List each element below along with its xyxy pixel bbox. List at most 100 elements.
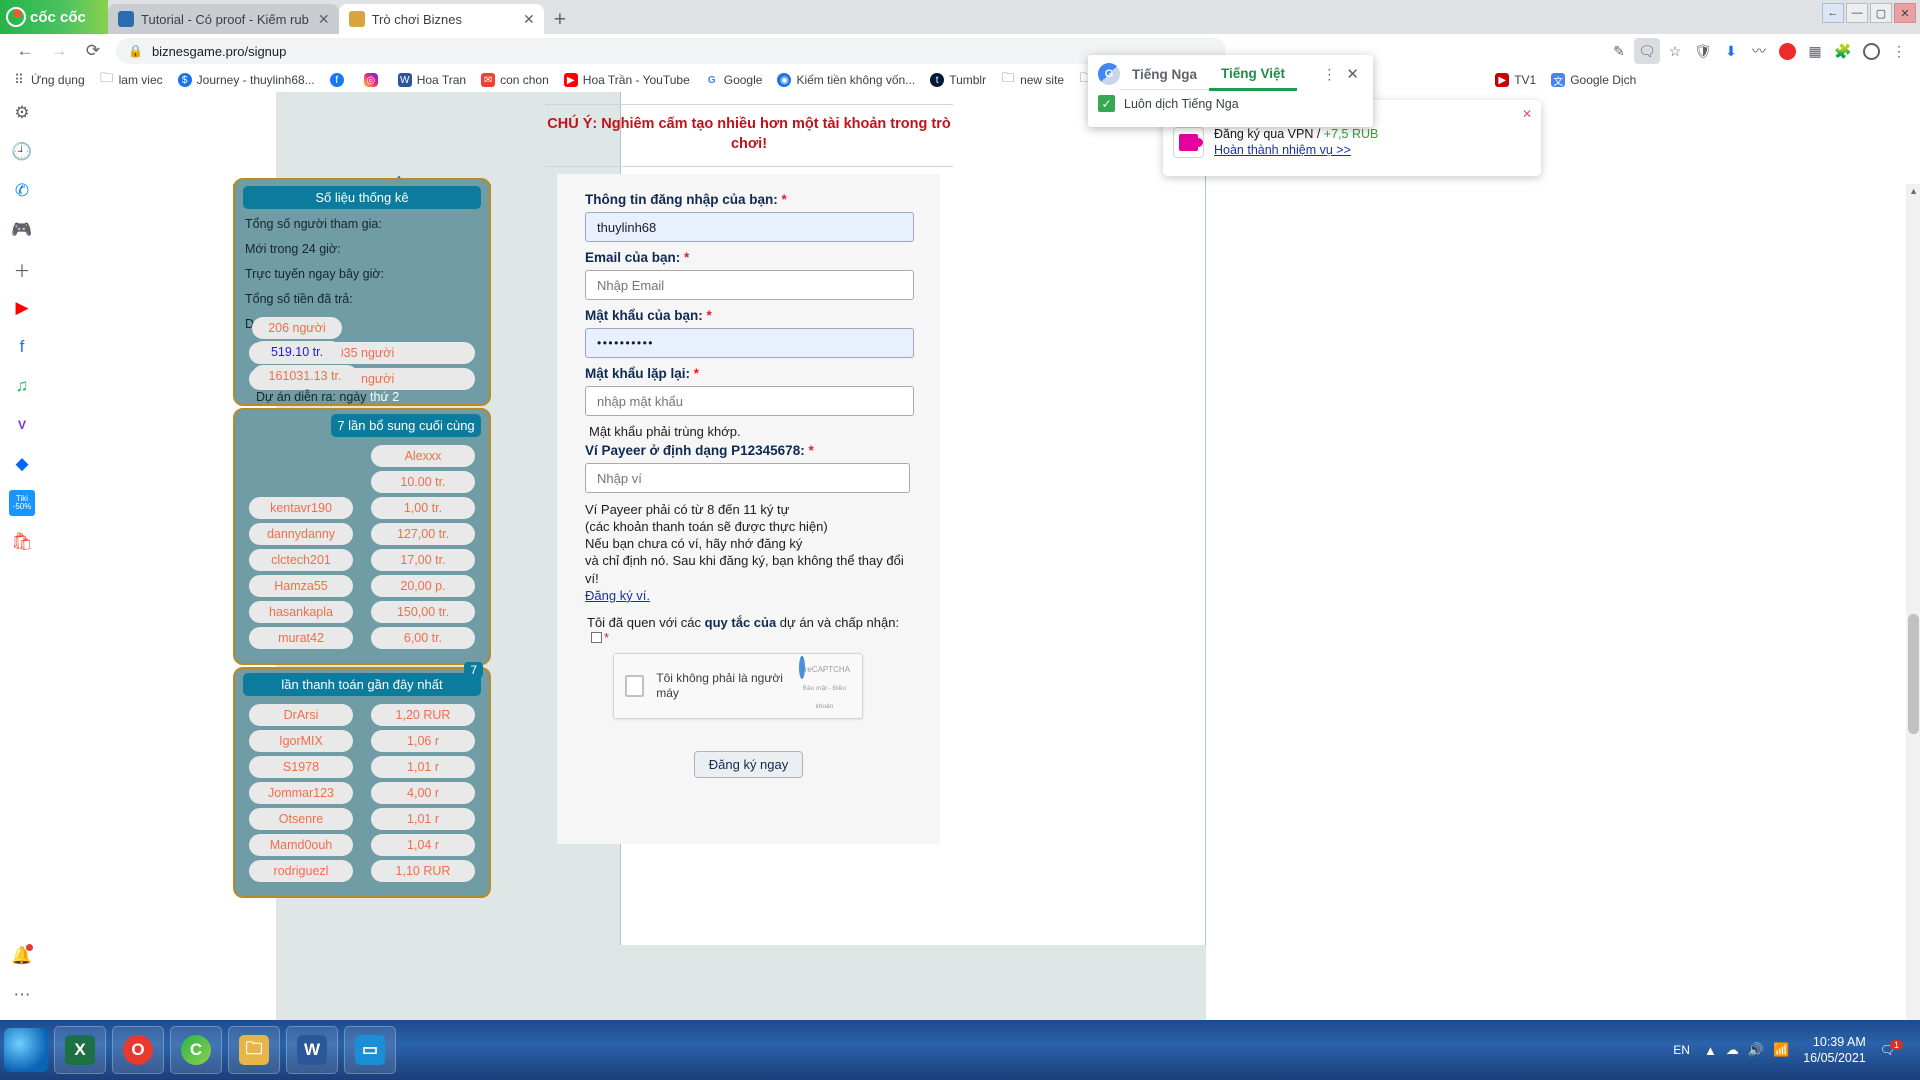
browser-tab-1[interactable]: Tutorial - Có proof - Kiếm rub ✕ bbox=[108, 4, 339, 34]
tiki-icon[interactable]: Tiki -50% bbox=[9, 490, 35, 516]
messenger-icon[interactable]: ✆ bbox=[9, 178, 35, 204]
scroll-up-icon[interactable]: ▲ bbox=[1909, 186, 1918, 196]
wallet-register-link[interactable]: Đăng ký ví. bbox=[585, 588, 650, 603]
deposit-user: kentavr190 bbox=[249, 497, 353, 519]
download-icon[interactable]: ⬇ bbox=[1718, 38, 1744, 64]
page-viewport: CHÚ Ý: Nghiêm cấm tạo nhiều hơn một tài … bbox=[0, 92, 1920, 1020]
payment-amount: 1,01 r bbox=[371, 756, 475, 778]
taskbar-app-excel[interactable]: X bbox=[54, 1026, 106, 1074]
browser-tab-2[interactable]: Trò chơi Biznes ✕ bbox=[338, 4, 544, 34]
zalo-icon[interactable]: ◆ bbox=[9, 451, 35, 477]
checkbox-checked-icon[interactable]: ✓ bbox=[1098, 95, 1115, 112]
new-tab-button[interactable]: + bbox=[544, 9, 576, 34]
always-translate-row[interactable]: ✓ Luôn dịch Tiếng Nga bbox=[1088, 93, 1373, 114]
kebab-menu-icon[interactable]: ⋮ bbox=[1316, 66, 1342, 83]
bookmark-tv1[interactable]: ▶ TV1 bbox=[1489, 71, 1542, 89]
forward-icon[interactable]: → bbox=[42, 36, 76, 66]
tab-close-icon[interactable]: ✕ bbox=[318, 11, 330, 28]
taskbar-app-explorer[interactable]: 🗀 bbox=[228, 1026, 280, 1074]
password-input[interactable]: •••••••••• bbox=[585, 328, 914, 358]
bookmark-lam-viec[interactable]: 🗀 lam viec bbox=[94, 70, 169, 89]
back-icon[interactable]: ← bbox=[8, 36, 42, 66]
puzzle-extensions-icon[interactable]: 🧩 bbox=[1830, 38, 1856, 64]
adblock-icon[interactable]: ✎ bbox=[1606, 38, 1632, 64]
terms-checkbox[interactable] bbox=[591, 631, 602, 643]
settings-gear-icon[interactable]: ⚙ bbox=[9, 100, 35, 126]
close-icon[interactable]: ✕ bbox=[1342, 65, 1363, 83]
required-mark: * bbox=[693, 366, 700, 381]
chevron-up-icon[interactable]: ▲ bbox=[1704, 1043, 1717, 1058]
submit-button[interactable]: Đăng ký ngay bbox=[693, 750, 804, 778]
bookmark-hoa-tran-youtube[interactable]: ▶ Hoa Trần - YouTube bbox=[558, 71, 696, 89]
bookmark-con-chon[interactable]: ✉ con chon bbox=[475, 71, 555, 89]
last-deposits-table: . . kentavr190 dannydanny clctech201 Ham… bbox=[243, 445, 481, 653]
tab-close-icon[interactable]: ✕ bbox=[523, 11, 535, 28]
facebook-icon: f bbox=[329, 73, 344, 87]
taskbar-app-window[interactable]: ▭ bbox=[344, 1026, 396, 1074]
more-options-icon[interactable]: ⋯ bbox=[9, 982, 35, 1008]
action-center-icon[interactable]: 🗨1 bbox=[1880, 1040, 1908, 1057]
notifications-bell-icon[interactable]: 🔔 bbox=[9, 943, 35, 969]
bookmark-instagram[interactable]: ◎ bbox=[358, 71, 389, 89]
facebook-icon[interactable]: f bbox=[9, 334, 35, 360]
translate-icon[interactable]: 🗨 bbox=[1634, 38, 1660, 64]
bookmark-journey[interactable]: $ Journey - thuylinh68... bbox=[172, 71, 321, 89]
taskbar-app-opera[interactable]: O bbox=[112, 1026, 164, 1074]
clock[interactable]: 10:39 AM 16/05/2021 bbox=[1803, 1034, 1866, 1067]
rail-bottom-group: 🔔 ⋯ bbox=[9, 943, 35, 1020]
spotify-icon[interactable]: ♫ bbox=[9, 373, 35, 399]
gamepad-icon[interactable]: 🎮 bbox=[9, 217, 35, 243]
toast-complete-link[interactable]: Hoàn thành nhiệm vụ >> bbox=[1214, 143, 1351, 157]
vivu-icon[interactable]: V bbox=[9, 412, 35, 438]
bookmark-tumblr[interactable]: t Tumblr bbox=[924, 71, 992, 89]
login-input[interactable]: thuylinh68 bbox=[585, 212, 914, 242]
close-icon[interactable]: ✕ bbox=[1522, 107, 1532, 121]
tab-target-language[interactable]: Tiếng Việt bbox=[1209, 57, 1298, 91]
payment-user: Jommar123 bbox=[249, 782, 353, 804]
email-input[interactable]: Nhập Email bbox=[585, 270, 914, 300]
recaptcha-checkbox[interactable] bbox=[625, 674, 645, 697]
payment-user: Mamd0ouh bbox=[249, 834, 353, 856]
extension-wave-icon[interactable]: 〰 bbox=[1746, 38, 1772, 64]
bookmark-hoa-tran[interactable]: W Hoa Tran bbox=[392, 71, 472, 89]
window-back-icon[interactable]: ← bbox=[1822, 3, 1844, 23]
cloud-icon[interactable]: ☁ bbox=[1726, 1042, 1739, 1058]
shield-icon[interactable]: 🛡 bbox=[1690, 38, 1716, 64]
scrollbar-thumb[interactable] bbox=[1908, 614, 1919, 734]
window-close-icon[interactable]: ✕ bbox=[1894, 3, 1916, 23]
bookmark-google-dich[interactable]: 文 Google Dịch bbox=[1545, 71, 1642, 89]
bookmark-star-icon[interactable]: ☆ bbox=[1662, 38, 1688, 64]
recaptcha-widget[interactable]: Tôi không phải là người máy reCAPTCHA Bả… bbox=[613, 652, 863, 719]
add-icon[interactable]: ＋ bbox=[9, 256, 35, 282]
bookmark-apps[interactable]: ⠿ Ứng dụng bbox=[6, 71, 91, 89]
reload-icon[interactable]: ⟳ bbox=[76, 36, 110, 66]
bookmark-google[interactable]: G Google bbox=[699, 71, 769, 89]
taskbar-app-coccoc[interactable]: C bbox=[170, 1026, 222, 1074]
bookmark-facebook[interactable]: f bbox=[324, 71, 355, 89]
deposit-amount: 6,00 tr. bbox=[371, 627, 475, 649]
bookmark-kiem-tien[interactable]: ◉ Kiếm tiền không vốn... bbox=[771, 71, 921, 89]
tab-source-language[interactable]: Tiếng Nga bbox=[1120, 58, 1210, 90]
volume-icon[interactable]: 🔊 bbox=[1748, 1042, 1764, 1058]
password-repeat-input[interactable]: nhập mật khẩu bbox=[585, 386, 914, 416]
history-icon[interactable]: 🕘 bbox=[9, 139, 35, 165]
wallet-input[interactable]: Nhập ví bbox=[585, 463, 910, 493]
network-icon[interactable]: 📶 bbox=[1773, 1042, 1789, 1058]
opera-extension-icon[interactable] bbox=[1774, 38, 1800, 64]
page-scrollbar[interactable]: ▲ ▼ bbox=[1906, 184, 1920, 1020]
deposit-user: hasankapla bbox=[249, 601, 353, 623]
window-minimize-icon[interactable]: — bbox=[1846, 3, 1868, 23]
youtube-icon[interactable]: ▶ bbox=[9, 295, 35, 321]
start-button[interactable] bbox=[4, 1028, 48, 1072]
address-bar[interactable]: 🔒 biznesgame.pro/signup bbox=[116, 38, 1226, 64]
terms-rules-link[interactable]: quy tắc của bbox=[705, 615, 777, 630]
taskbar-app-word[interactable]: W bbox=[286, 1026, 338, 1074]
bookmark-new-site[interactable]: 🗀 new site bbox=[995, 70, 1070, 89]
window-maximize-icon[interactable]: ▢ bbox=[1870, 3, 1892, 23]
video-download-icon[interactable]: ▦ bbox=[1802, 38, 1828, 64]
browser-menu-icon[interactable]: ⋮ bbox=[1886, 38, 1912, 64]
language-indicator[interactable]: EN bbox=[1673, 1043, 1690, 1057]
browser-tab-strip: cốc cốc Tutorial - Có proof - Kiếm rub ✕… bbox=[0, 0, 1920, 34]
shopee-icon[interactable]: 🛍 bbox=[9, 529, 35, 555]
profile-avatar-icon[interactable] bbox=[1858, 38, 1884, 64]
